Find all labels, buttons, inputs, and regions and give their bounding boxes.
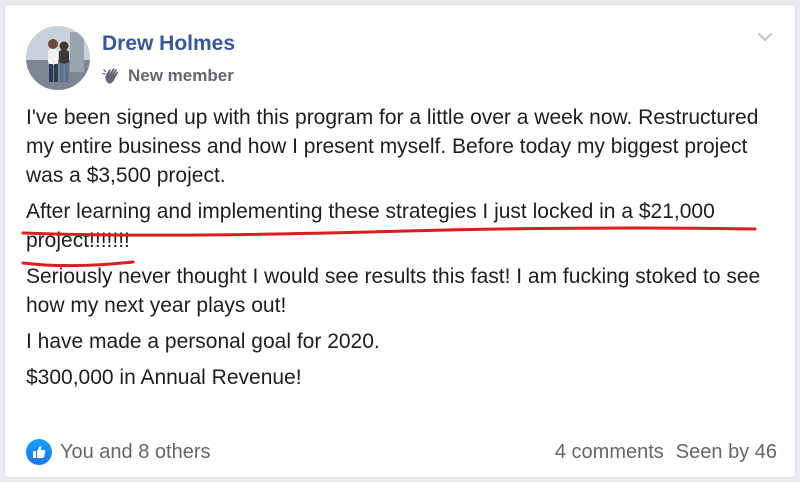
reactions-summary[interactable]: You and 8 others bbox=[26, 439, 211, 465]
thumbs-up-icon bbox=[26, 439, 52, 465]
waving-hand-icon bbox=[102, 66, 122, 86]
post-paragraph-highlighted: After learning and implementing these st… bbox=[26, 200, 715, 252]
chevron-down-icon[interactable] bbox=[755, 27, 775, 47]
post-body: I've been signed up with this program fo… bbox=[26, 103, 786, 399]
post-paragraph: Seriously never thought I would see resu… bbox=[26, 265, 761, 317]
post-footer: You and 8 others 4 comments Seen by 46 bbox=[26, 437, 777, 467]
post-card: Drew Holmes New member I've been signed … bbox=[4, 4, 796, 478]
comments-count-link[interactable]: 4 comments bbox=[555, 441, 664, 464]
author-name[interactable]: Drew Holmes bbox=[102, 32, 235, 56]
post-paragraph: $300,000 in Annual Revenue! bbox=[26, 366, 302, 389]
post-stats: 4 comments Seen by 46 bbox=[555, 441, 777, 464]
badge-label: New member bbox=[128, 66, 234, 85]
post-paragraph: I have made a personal goal for 2020. bbox=[26, 330, 380, 353]
avatar[interactable] bbox=[26, 26, 90, 90]
avatar-photo bbox=[26, 26, 90, 90]
post-paragraph: I've been signed up with this program fo… bbox=[26, 106, 759, 187]
reactions-label: You and 8 others bbox=[60, 440, 211, 463]
member-badge: New member bbox=[102, 65, 234, 87]
seen-by-link[interactable]: Seen by 46 bbox=[676, 441, 777, 464]
